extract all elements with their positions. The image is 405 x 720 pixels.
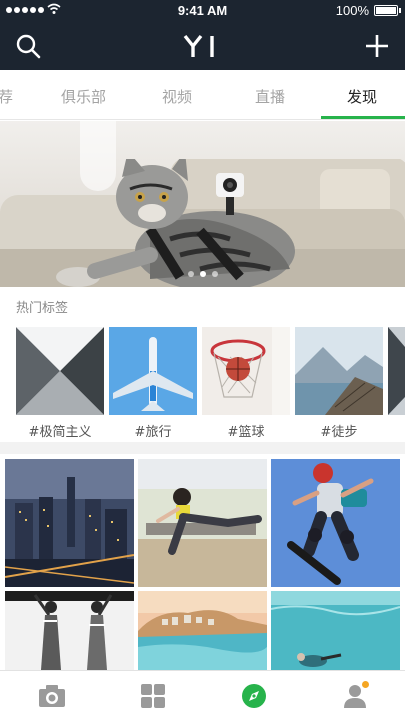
banner-page-dot[interactable] <box>187 271 194 277</box>
category-tabs: 推荐 俱乐部 视频 直播 发现 <box>0 70 405 120</box>
photo-skateboard[interactable] <box>271 459 400 587</box>
tag-card-minimalism[interactable] <box>16 327 104 415</box>
tab-live[interactable]: 直播 <box>255 86 285 107</box>
tab-discover[interactable]: 发现 <box>347 86 377 107</box>
hiking-image <box>295 327 383 415</box>
tag-card-hiking[interactable] <box>295 327 383 415</box>
tag-label-basketball: #篮球 <box>227 425 265 440</box>
photo-dancers[interactable] <box>5 591 134 670</box>
tab-recommend[interactable]: 推荐 <box>0 86 13 107</box>
tab-club[interactable]: 俱乐部 <box>61 86 106 107</box>
tag-card-more[interactable] <box>388 327 405 415</box>
tag-label-travel: #旅行 <box>134 425 172 440</box>
hot-tags-title: 热门标签 <box>16 301 69 316</box>
basketball-image <box>202 327 290 415</box>
photo-underwater[interactable] <box>271 591 400 670</box>
banner-image <box>0 159 405 287</box>
tag-label-minimalism: #极简主义 <box>28 425 92 440</box>
camera-icon[interactable] <box>38 683 66 709</box>
battery-percent: 100% <box>335 3 369 18</box>
tag-card-travel[interactable] <box>109 327 197 415</box>
tag-more-image <box>388 327 405 415</box>
section-divider <box>0 442 405 454</box>
minimalism-image <box>16 327 104 415</box>
photo-city-night[interactable] <box>5 459 134 587</box>
notification-badge <box>362 681 369 688</box>
tag-label-hiking: #徒步 <box>320 425 358 440</box>
battery-icon <box>374 5 398 16</box>
compass-icon[interactable] <box>240 683 268 709</box>
travel-image <box>109 327 197 415</box>
tab-active-indicator <box>321 116 405 119</box>
add-icon[interactable] <box>363 32 391 60</box>
banner-pagination <box>0 271 405 277</box>
banner-page-dot-active[interactable] <box>199 271 206 277</box>
bottom-tab-bar <box>0 670 405 720</box>
status-bar: 9:41 AM 100% <box>0 0 405 22</box>
featured-banner[interactable] <box>0 121 405 287</box>
yi-logo <box>183 34 214 57</box>
grid-icon[interactable] <box>139 683 167 709</box>
banner-page-dot[interactable] <box>211 271 218 277</box>
tag-card-basketball[interactable] <box>202 327 290 415</box>
search-icon[interactable] <box>14 32 42 60</box>
tab-video[interactable]: 视频 <box>162 86 192 107</box>
photo-yoga[interactable] <box>138 459 267 587</box>
app-header <box>0 22 405 70</box>
photo-coast-village[interactable] <box>138 591 267 670</box>
